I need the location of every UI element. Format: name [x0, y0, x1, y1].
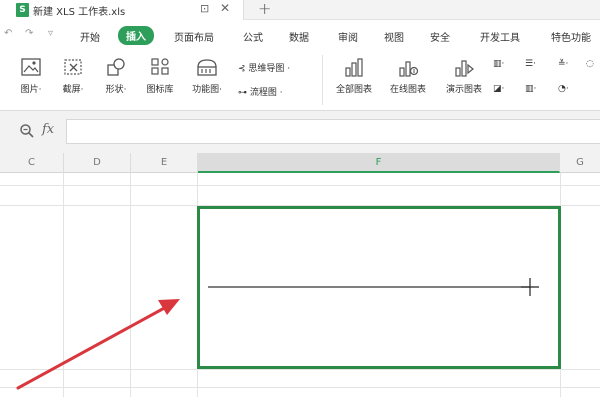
tab-bar: S 新建 XLS 工作表.xls ⊡ ✕ +	[0, 0, 600, 20]
menu-review[interactable]: 审阅	[338, 29, 358, 44]
shapes-label: 形状·	[105, 85, 127, 95]
drawn-rectangle-shape[interactable]	[197, 206, 561, 369]
column-chart-icon: ▥	[493, 59, 502, 69]
menu-security[interactable]: 安全	[430, 29, 450, 44]
document-tab-title: 新建 XLS 工作表.xls	[33, 7, 126, 18]
grid-line	[0, 369, 600, 370]
column-header-row: C D E F G	[0, 153, 600, 173]
more-chart-dropdown[interactable]: ◌	[586, 59, 594, 69]
fx-button[interactable]: fx	[42, 122, 54, 137]
menu-insert[interactable]: 插入	[118, 26, 154, 45]
insert-ribbon: 图片· 截屏· 形状· 图标库 功能图· ⊰ 思维导图 · ⊶ 流程图 · 全部…	[0, 49, 600, 111]
close-tab-icon[interactable]: ✕	[220, 1, 230, 15]
online-charts-icon	[399, 61, 419, 77]
function-chart-button[interactable]: 功能图·	[186, 57, 228, 95]
screenshot-label: 截屏·	[62, 85, 84, 95]
screenshot-button[interactable]: 截屏·	[56, 57, 90, 95]
area-chart-icon: ◪	[493, 84, 502, 94]
stock-chart-icon: ▥	[525, 84, 534, 94]
bar-chart-icon: ☰	[525, 59, 534, 69]
grid-line	[0, 185, 600, 186]
grid-line	[0, 387, 600, 388]
zoom-icon[interactable]	[19, 123, 35, 139]
area-chart-dropdown[interactable]: ◪·	[493, 84, 504, 94]
stock-chart-dropdown[interactable]: ▥·	[525, 84, 536, 94]
column-header-f[interactable]: F	[198, 153, 560, 173]
icon-library-button[interactable]: 图标库	[142, 57, 178, 95]
mindmap-icon: ⊰	[238, 64, 246, 74]
pie-chart-icon: ◔	[558, 84, 566, 94]
bar-chart-dropdown[interactable]: ☰·	[525, 59, 536, 69]
menu-data[interactable]: 数据	[289, 29, 309, 44]
column-header-c[interactable]: C	[0, 153, 64, 173]
new-tab-button[interactable]: +	[258, 0, 271, 18]
menu-bar: ↶ ↷ ▿ 开始 插入 页面布局 公式 数据 审阅 视图 安全 开发工具 特色功…	[0, 21, 600, 49]
column-header-d[interactable]: D	[64, 153, 131, 173]
menu-special-features[interactable]: 特色功能	[551, 29, 591, 44]
all-charts-label: 全部图表	[335, 85, 372, 95]
shapes-button[interactable]: 形状·	[99, 57, 133, 95]
column-header-g[interactable]: G	[560, 153, 600, 173]
function-chart-icon	[197, 59, 217, 76]
grid-line	[130, 173, 131, 397]
function-chart-label: 功能图·	[192, 85, 222, 95]
flowchart-label: 流程图 ·	[249, 88, 283, 98]
icon-library-icon	[151, 58, 169, 75]
line-chart-dropdown[interactable]: ≚·	[558, 59, 568, 69]
icon-library-label: 图标库	[146, 85, 174, 95]
pin-tab-icon[interactable]: ⊡	[200, 2, 209, 15]
formula-bar: fx	[0, 111, 600, 153]
screenshot-icon	[64, 59, 82, 75]
ribbon-separator	[322, 55, 323, 105]
column-header-e[interactable]: E	[131, 153, 198, 173]
line-chart-icon: ≚	[558, 59, 566, 69]
picture-label: 图片·	[20, 85, 42, 95]
menu-page-layout[interactable]: 页面布局	[174, 29, 214, 44]
column-chart-dropdown[interactable]: ▥·	[493, 59, 504, 69]
all-charts-icon	[345, 58, 363, 77]
flowchart-button[interactable]: ⊶ 流程图 ·	[238, 85, 283, 98]
flowchart-icon: ⊶	[238, 88, 247, 98]
document-tab[interactable]: S 新建 XLS 工作表.xls ⊡ ✕	[0, 0, 244, 20]
menu-formulas[interactable]: 公式	[243, 29, 263, 44]
grid-line	[63, 173, 64, 397]
menu-view[interactable]: 视图	[384, 29, 404, 44]
formula-input[interactable]	[66, 119, 600, 144]
mindmap-label: 思维导图 ·	[248, 64, 291, 74]
demo-charts-label: 演示图表	[445, 85, 482, 95]
spreadsheet-file-icon: S	[16, 3, 29, 17]
demo-charts-button[interactable]: 演示图表	[440, 57, 488, 95]
insert-picture-button[interactable]: 图片·	[14, 57, 48, 95]
picture-icon	[21, 58, 41, 76]
quick-access-more-icon[interactable]: ▿	[48, 28, 53, 39]
undo-icon[interactable]: ↶	[4, 28, 12, 39]
pie-chart-dropdown[interactable]: ◔·	[558, 84, 569, 94]
demo-charts-icon	[455, 60, 474, 77]
menu-developer[interactable]: 开发工具	[480, 29, 520, 44]
all-charts-button[interactable]: 全部图表	[330, 57, 378, 95]
mindmap-button[interactable]: ⊰ 思维导图 ·	[238, 61, 290, 74]
redo-icon[interactable]: ↷	[25, 28, 33, 39]
menu-home[interactable]: 开始	[80, 29, 100, 44]
online-charts-label: 在线图表	[389, 85, 426, 95]
shapes-icon	[107, 58, 125, 76]
online-charts-button[interactable]: 在线图表	[384, 57, 432, 95]
more-chart-icon: ◌	[586, 59, 594, 69]
